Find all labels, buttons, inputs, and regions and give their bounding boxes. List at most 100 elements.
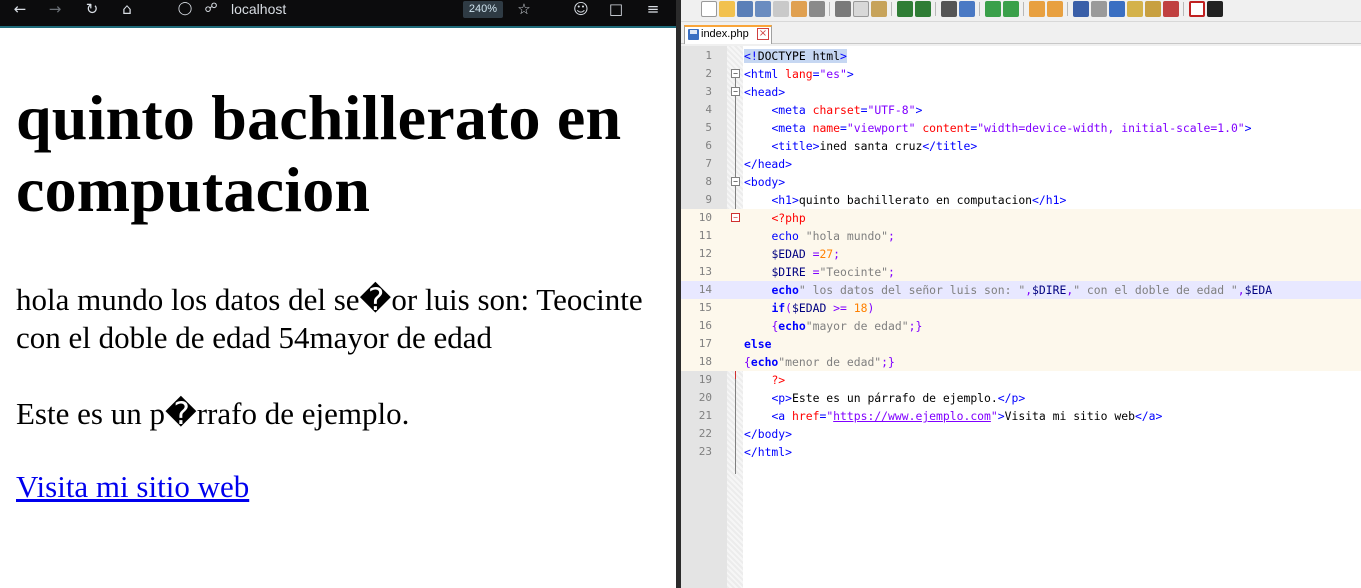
sync-vertical-icon[interactable] <box>1029 1 1045 17</box>
indent-guide-icon[interactable] <box>1109 1 1125 17</box>
tab-label: index.php <box>701 28 749 40</box>
save-icon[interactable] <box>737 1 753 17</box>
code-token: name <box>805 121 841 135</box>
back-arrow-icon[interactable]: ← <box>10 0 30 20</box>
zoom-level-badge[interactable]: 240% <box>463 1 503 18</box>
code-line[interactable]: 2 − <html lang="es"> <box>681 65 1361 83</box>
code-token: " <box>990 409 998 423</box>
cut-icon[interactable] <box>835 1 851 17</box>
redo-icon[interactable] <box>915 1 931 17</box>
copy-icon[interactable] <box>853 1 869 17</box>
website-link[interactable]: Visita mi sitio web <box>16 468 249 506</box>
code-area[interactable]: 1 <!DOCTYPE html> 2 − <html lang="es"> 3… <box>681 46 1361 588</box>
replace-icon[interactable] <box>959 1 975 17</box>
code-token: "width=device-width, initial-scale=1.0" <box>977 121 1245 135</box>
code-token: 18 <box>853 301 868 315</box>
code-line-current[interactable]: 14 echo" los datos del señor luis son: "… <box>681 281 1361 299</box>
record-macro-icon[interactable] <box>1189 1 1205 17</box>
function-list-icon[interactable] <box>1163 1 1179 17</box>
fold-toggle-icon[interactable]: − <box>731 69 740 78</box>
line-number: 19 <box>698 373 712 386</box>
reload-icon[interactable]: ↻ <box>82 0 102 20</box>
shield-icon[interactable]: ◯ <box>175 0 195 20</box>
code-line[interactable]: 21 <a href="https://www.ejemplo.com">Vis… <box>681 407 1361 425</box>
code-line[interactable]: 13 $DIRE ="Teocinte"; <box>681 263 1361 281</box>
line-number: 9 <box>705 193 712 206</box>
code-token: </a> <box>1134 409 1163 423</box>
open-file-icon[interactable] <box>719 1 735 17</box>
code-line[interactable]: 11 echo "hola mundo"; <box>681 227 1361 245</box>
code-line[interactable]: 15 if($EDAD >= 18) <box>681 299 1361 317</box>
close-all-icon[interactable] <box>791 1 807 17</box>
code-token: $EDA <box>1244 283 1273 297</box>
code-token: echo <box>750 355 779 369</box>
toolbar-separator <box>829 2 830 16</box>
code-line[interactable]: 22 </body> <box>681 425 1361 443</box>
code-line[interactable]: 4 <meta charset="UTF-8"> <box>681 101 1361 119</box>
code-token-url[interactable]: https://www.ejemplo.com <box>833 409 991 423</box>
code-line[interactable]: 7 </head> <box>681 155 1361 173</box>
menu-icon[interactable]: ≡ <box>643 0 663 20</box>
fold-toggle-icon[interactable]: − <box>731 213 740 222</box>
tab-index-php[interactable]: index.php × <box>684 25 772 44</box>
code-token: > <box>915 103 923 117</box>
show-all-characters-icon[interactable] <box>1091 1 1107 17</box>
new-file-icon[interactable] <box>701 1 717 17</box>
toolbar-separator <box>1023 2 1024 16</box>
code-token: ) <box>867 301 875 315</box>
code-line[interactable]: 6 <title>ined santa cruz</title> <box>681 137 1361 155</box>
code-line[interactable]: 1 <!DOCTYPE html> <box>681 47 1361 65</box>
close-tab-icon[interactable]: × <box>757 28 769 40</box>
save-all-icon[interactable] <box>755 1 771 17</box>
word-wrap-icon[interactable] <box>1073 1 1089 17</box>
forward-arrow-icon[interactable]: → <box>45 0 65 20</box>
code-line[interactable]: 9 <h1>quinto bachillerato en computacion… <box>681 191 1361 209</box>
line-number: 10 <box>698 211 712 224</box>
language-icon[interactable] <box>1127 1 1143 17</box>
line-number: 22 <box>698 427 712 440</box>
code-token: "menor de edad" <box>778 355 882 369</box>
undo-icon[interactable] <box>897 1 913 17</box>
extensions-icon[interactable]: □ <box>606 0 626 20</box>
paste-icon[interactable] <box>871 1 887 17</box>
page-paragraph-greeting: hola mundo los datos del se�or luis son:… <box>16 282 643 355</box>
code-token: href <box>785 409 820 423</box>
code-line[interactable]: 5 <meta name="viewport" content="width=d… <box>681 119 1361 137</box>
fold-toggle-icon[interactable]: − <box>731 87 740 96</box>
lock-icon[interactable]: ☍ <box>201 0 221 20</box>
close-file-icon[interactable] <box>773 1 789 17</box>
stop-macro-icon[interactable] <box>1207 1 1223 17</box>
code-line[interactable]: 19 ?> <box>681 371 1361 389</box>
find-icon[interactable] <box>941 1 957 17</box>
code-token: "mayor de edad" <box>805 319 909 333</box>
toolbar-separator <box>891 2 892 16</box>
code-token: <head> <box>744 85 786 99</box>
fold-toggle-icon[interactable]: − <box>731 177 740 186</box>
code-line[interactable]: 10 − <?php <box>681 209 1361 227</box>
code-line[interactable]: 17 else <box>681 335 1361 353</box>
home-icon[interactable]: ⌂ <box>117 0 137 20</box>
toolbar-separator <box>1183 2 1184 16</box>
code-token: </h1> <box>1032 193 1067 207</box>
zoom-in-icon[interactable] <box>985 1 1001 17</box>
code-line[interactable]: 8 − <body> <box>681 173 1361 191</box>
sync-horizontal-icon[interactable] <box>1047 1 1063 17</box>
code-line[interactable]: 16 {echo"mayor de edad";} <box>681 317 1361 335</box>
code-token: > <box>846 67 854 81</box>
code-line[interactable]: 20 <p>Este es un párrafo de ejemplo.</p> <box>681 389 1361 407</box>
code-line[interactable]: 3 − <head> <box>681 83 1361 101</box>
star-icon[interactable]: ☆ <box>514 0 534 20</box>
document-map-icon[interactable] <box>1145 1 1161 17</box>
account-icon[interactable]: ☺ <box>571 0 591 20</box>
code-line[interactable]: 12 $EDAD =27; <box>681 245 1361 263</box>
zoom-out-icon[interactable] <box>1003 1 1019 17</box>
print-icon[interactable] <box>809 1 825 17</box>
code-token: DOCTYPE html <box>757 49 841 63</box>
code-line[interactable]: 18 {echo"menor de edad";} <box>681 353 1361 371</box>
code-token: else <box>744 337 772 351</box>
url-bar[interactable]: localhost <box>231 1 286 17</box>
code-line[interactable]: 23 </html> <box>681 443 1361 461</box>
